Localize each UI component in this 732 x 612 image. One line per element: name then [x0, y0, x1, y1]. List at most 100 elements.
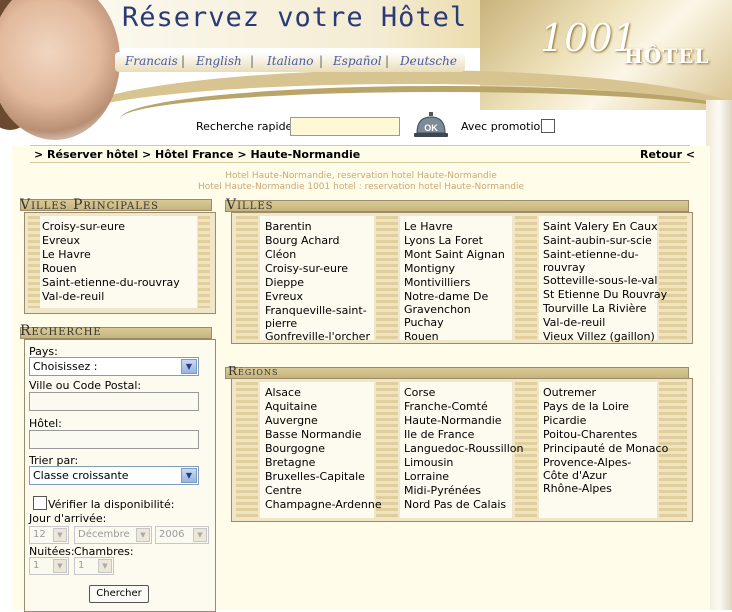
region-link[interactable]: Provence-Alpes-Côte d'Azur: [543, 456, 655, 482]
region-link[interactable]: Basse Normandie: [265, 428, 362, 441]
lang-english[interactable]: English: [196, 54, 242, 68]
regions-title: Régions: [228, 364, 279, 378]
lang-espanol[interactable]: Español: [333, 54, 382, 68]
breadcrumb[interactable]: > Réserver hôtel > Hôtel France > Haute-…: [34, 148, 360, 161]
lang-italiano[interactable]: Italiano: [267, 54, 314, 68]
ville-link[interactable]: Gonfreville-l'orcher: [265, 330, 370, 343]
day-select[interactable]: 12 ▼: [29, 526, 69, 544]
pays-select-value: Choisissez :: [33, 360, 98, 373]
lang-separator: |: [385, 54, 390, 68]
subtitle-1: Hotel Haute-Normandie, reservation hotel…: [225, 171, 497, 181]
search-button[interactable]: Chercher: [89, 585, 149, 603]
region-link[interactable]: Pays de la Loire: [543, 400, 629, 413]
ville-link[interactable]: Mont Saint Aignan: [404, 248, 505, 261]
jour-label: Jour d'arrivée:: [29, 512, 107, 525]
ville-principale-link[interactable]: Le Havre: [42, 248, 91, 261]
quick-search-label: Recherche rapide: [196, 120, 293, 133]
ville-link[interactable]: Le Havre: [404, 220, 453, 233]
hotel-input[interactable]: [29, 430, 199, 449]
region-link[interactable]: Haute-Normandie: [404, 414, 502, 427]
ville-link[interactable]: Saint-aubin-sur-scie: [543, 234, 652, 247]
region-link[interactable]: Principauté de Monaco: [543, 442, 668, 455]
region-link[interactable]: Alsace: [265, 386, 301, 399]
region-link[interactable]: Auvergne: [265, 414, 318, 427]
region-link[interactable]: Lorraine: [404, 470, 449, 483]
chambres-select[interactable]: 1 ▼: [74, 557, 114, 575]
ville-principale-link[interactable]: Val-de-reuil: [42, 290, 104, 303]
ville-link[interactable]: Vieux Villez (gaillon): [543, 330, 655, 343]
ville-link[interactable]: Rouen: [404, 330, 439, 343]
ville-link[interactable]: Tourville La Rivière: [543, 302, 646, 315]
ville-link[interactable]: Dieppe: [265, 276, 304, 289]
trier-select-value: Classe croissante: [33, 469, 129, 482]
ville-link[interactable]: Lyons La Foret: [404, 234, 483, 247]
ville-link[interactable]: Puchay: [404, 316, 444, 329]
ville-link[interactable]: Evreux: [265, 290, 303, 303]
site-title: Réservez votre Hôtel: [122, 2, 468, 33]
ville-link[interactable]: St Etienne Du Rouvray: [543, 288, 667, 301]
ok-label: OK: [424, 123, 438, 133]
region-link[interactable]: Poitou-Charentes: [543, 428, 637, 441]
region-link[interactable]: Bruxelles-Capitale: [265, 470, 365, 483]
month-select[interactable]: Décembre ▼: [74, 526, 152, 544]
region-link[interactable]: Corse: [404, 386, 435, 399]
ville-link[interactable]: Saint-etienne-du-rouvray: [543, 248, 655, 274]
lang-deutsche[interactable]: Deutsche: [400, 54, 457, 68]
year-select[interactable]: 2006 ▼: [155, 526, 209, 544]
ville-principale-link[interactable]: Evreux: [42, 234, 80, 247]
region-link[interactable]: Bourgogne: [265, 442, 325, 455]
ville-link[interactable]: Notre-dame De Gravenchon: [404, 290, 504, 316]
chevron-down-icon: ▼: [181, 468, 197, 483]
ville-link[interactable]: Barentin: [265, 220, 312, 233]
region-link[interactable]: Picardie: [543, 414, 586, 427]
nuitees-value: 1: [33, 560, 40, 571]
region-link[interactable]: Midi-Pyrénées: [404, 484, 481, 497]
ville-link[interactable]: Saint Valery En Caux: [543, 220, 658, 233]
ok-bell-button[interactable]: OK: [413, 111, 449, 139]
ville-principale-link[interactable]: Croisy-sur-eure: [42, 220, 125, 233]
ville-link[interactable]: Montivilliers: [404, 276, 470, 289]
ville-label: Ville ou Code Postal:: [29, 379, 142, 392]
region-link[interactable]: Champagne-Ardenne: [265, 498, 382, 511]
ville-input[interactable]: [29, 392, 199, 411]
ville-principale-link[interactable]: Saint-etienne-du-rouvray: [42, 276, 180, 289]
chambres-value: 1: [78, 560, 85, 571]
promo-label: Avec promotion: [461, 120, 548, 133]
subtitle-2: Hotel Haute-Normandie 1001 hotel : reser…: [197, 182, 525, 192]
region-link[interactable]: Ile de France: [404, 428, 474, 441]
region-link[interactable]: Bretagne: [265, 456, 315, 469]
region-link[interactable]: Outremer: [543, 386, 596, 399]
ville-link[interactable]: Bourg Achard: [265, 234, 339, 247]
ville-principale-link[interactable]: Rouen: [42, 262, 77, 275]
pays-select[interactable]: Choisissez : ▼: [29, 357, 199, 376]
trier-select[interactable]: Classe croissante ▼: [29, 466, 199, 485]
verifier-checkbox[interactable]: [33, 496, 47, 510]
region-link[interactable]: Rhône-Alpes: [543, 482, 612, 495]
region-link[interactable]: Nord Pas de Calais: [404, 498, 506, 511]
chevron-down-icon: ▼: [136, 528, 150, 542]
region-link[interactable]: Franche-Comté: [404, 400, 488, 413]
region-link[interactable]: Limousin: [404, 456, 453, 469]
villes-principales-title: Villes Principales: [20, 197, 160, 213]
ville-link[interactable]: Cléon: [265, 248, 296, 261]
quick-search-input[interactable]: [290, 117, 400, 136]
lang-separator: |: [319, 54, 324, 68]
promo-checkbox[interactable]: [541, 119, 555, 133]
chevron-down-icon: ▼: [98, 559, 112, 573]
day-value: 12: [33, 529, 46, 540]
lang-separator: |: [250, 54, 255, 68]
region-link[interactable]: Aquitaine: [265, 400, 317, 413]
villes-title-bar: [225, 200, 689, 212]
ville-link[interactable]: Montigny: [404, 262, 455, 275]
ville-link[interactable]: Franqueville-saint-pierre: [265, 304, 370, 330]
region-link[interactable]: Centre: [265, 484, 302, 497]
ville-link[interactable]: Sotteville-sous-le-val: [543, 274, 657, 287]
nuitees-select[interactable]: 1 ▼: [29, 557, 69, 575]
lang-francais[interactable]: Francais: [125, 54, 178, 68]
brand-logo-number: 1001: [540, 16, 637, 60]
ville-link[interactable]: Croisy-sur-eure: [265, 262, 348, 275]
retour-link[interactable]: Retour <: [640, 148, 695, 161]
ville-link[interactable]: Val-de-reuil: [543, 316, 605, 329]
region-link[interactable]: Languedoc-Roussillon: [404, 442, 523, 455]
chevron-down-icon: ▼: [53, 559, 67, 573]
